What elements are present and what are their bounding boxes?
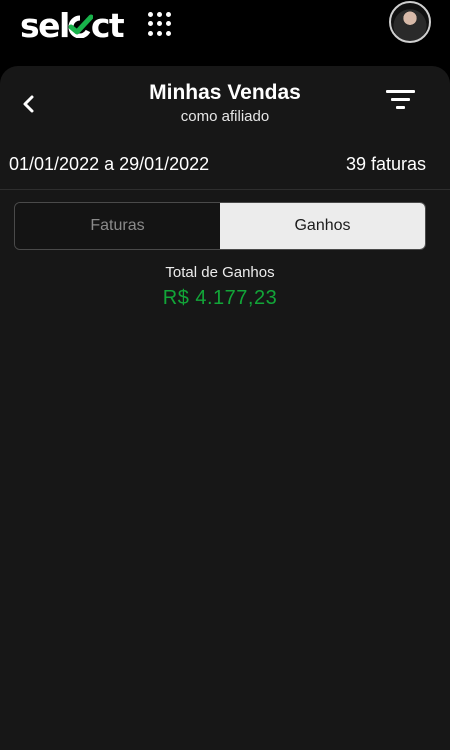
tabs-segmented-control: Faturas Ganhos: [14, 202, 426, 250]
invoice-count: 39 faturas: [345, 154, 426, 174]
page-subtitle: como afiliado: [180, 108, 270, 125]
sales-panel: Minhas Vendas como afiliado 01/01/2022 a…: [0, 66, 450, 750]
select-logo[interactable]: sel ct: [20, 4, 125, 48]
date-range[interactable]: 01/01/2022 a 29/01/2022: [9, 154, 209, 175]
total-earnings-value: R$ 4.177,23: [162, 287, 278, 309]
apps-grid-icon[interactable]: [148, 12, 172, 36]
avatar[interactable]: [389, 1, 431, 43]
tab-faturas[interactable]: Faturas: [15, 203, 220, 249]
top-bar: sel ct: [0, 0, 450, 66]
page-title: Minhas Vendas: [149, 81, 301, 104]
filter-button[interactable]: [384, 88, 418, 114]
logo-wordmark: sel ct: [20, 4, 125, 48]
total-earnings-label: Total de Ganhos: [165, 264, 275, 281]
checkmark-e-icon: [68, 4, 93, 48]
tab-ganhos[interactable]: Ganhos: [220, 203, 425, 249]
date-filter-row: 01/01/2022 a 29/01/2022 39 faturas: [0, 142, 450, 190]
